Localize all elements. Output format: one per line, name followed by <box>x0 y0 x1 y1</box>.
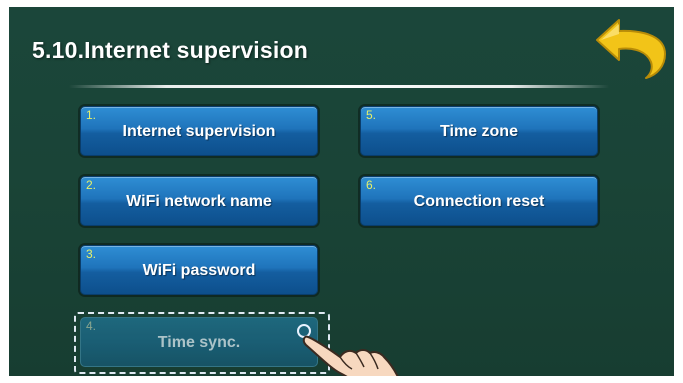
item-label: Internet supervision <box>122 123 276 140</box>
page-title: 5.10.Internet supervision <box>32 37 308 63</box>
back-button[interactable] <box>591 14 671 84</box>
hand-pointer-icon <box>297 324 399 376</box>
back-arrow-icon <box>596 19 666 79</box>
menu-item-wifi-network-name[interactable]: 2. WiFi network name <box>80 176 318 226</box>
menu-item-wifi-password[interactable]: 3. WiFi password <box>80 245 318 295</box>
item-label: Time sync. <box>157 334 241 351</box>
item-number: 1. <box>86 108 97 122</box>
menu-item-time-zone[interactable]: 5. Time zone <box>360 106 598 156</box>
title-divider <box>69 85 609 88</box>
item-number: 2. <box>86 178 97 192</box>
item-label: WiFi network name <box>126 193 272 210</box>
item-label: WiFi password <box>142 262 256 279</box>
item-label: Time zone <box>440 123 518 140</box>
item-label: Connection reset <box>413 193 545 210</box>
menu-item-time-sync[interactable]: 4. Time sync. <box>80 317 318 367</box>
menu-item-connection-reset[interactable]: 6. Connection reset <box>360 176 598 226</box>
item-number: 3. <box>86 247 97 261</box>
item-number: 5. <box>366 108 377 122</box>
item-number: 6. <box>366 178 377 192</box>
item-number: 4. <box>86 319 97 333</box>
menu-item-internet-supervision[interactable]: 1. Internet supervision <box>80 106 318 156</box>
screen: 5.10.Internet supervision 1. Internet su… <box>9 7 674 376</box>
